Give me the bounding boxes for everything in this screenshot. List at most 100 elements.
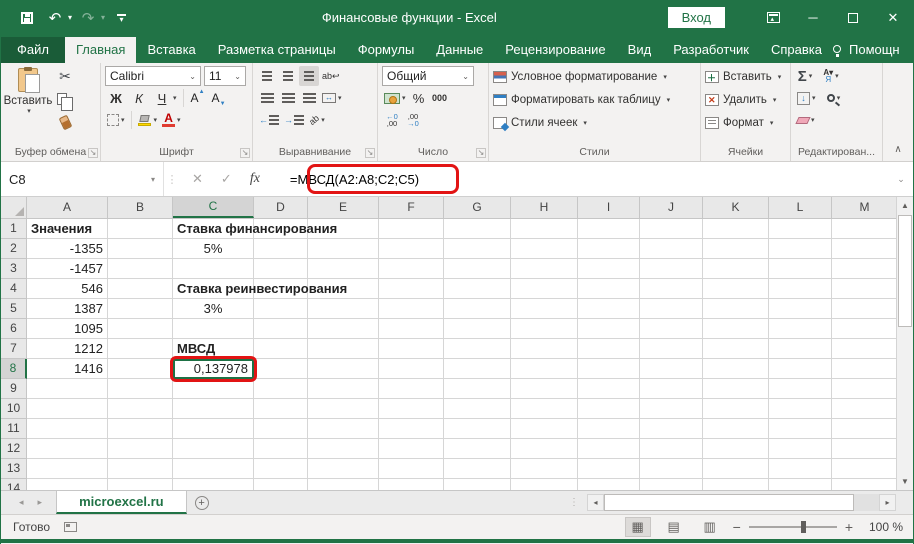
cell-A12[interactable] — [27, 439, 108, 459]
cell-I13[interactable] — [578, 459, 640, 479]
cell-B11[interactable] — [108, 419, 173, 439]
shrink-font-button[interactable]: А▼ — [209, 88, 229, 108]
column-header-L[interactable]: L — [769, 197, 832, 218]
row-header-3[interactable]: 3 — [1, 259, 27, 279]
alignment-dialog-launcher[interactable]: ↘ — [365, 148, 375, 158]
select-all-button[interactable] — [1, 197, 27, 218]
cell-D11[interactable] — [254, 419, 308, 439]
font-color-button[interactable]: А▾ — [160, 110, 183, 130]
paste-dropdown-icon[interactable]: ▾ — [27, 107, 31, 115]
cell-M12[interactable] — [832, 439, 898, 459]
conditional-formatting-button[interactable]: Условное форматирование▾ — [493, 66, 696, 87]
cell-I7[interactable] — [578, 339, 640, 359]
cell-D7[interactable] — [254, 339, 308, 359]
cell-F13[interactable] — [379, 459, 444, 479]
cell-G5[interactable] — [444, 299, 511, 319]
cell-H14[interactable] — [511, 479, 578, 490]
undo-dropdown-icon[interactable]: ▾ — [68, 13, 72, 22]
column-header-B[interactable]: B — [108, 197, 173, 218]
zoom-in-button[interactable]: + — [845, 519, 853, 535]
column-header-C[interactable]: C — [173, 197, 254, 218]
name-box[interactable]: C8 ▾ — [1, 162, 164, 196]
cell-E14[interactable] — [308, 479, 379, 490]
paste-button[interactable]: Вставить ▾ — [5, 66, 51, 143]
cell-C1[interactable]: Ставка финансирования — [173, 219, 254, 239]
cell-E5[interactable] — [308, 299, 379, 319]
cell-F12[interactable] — [379, 439, 444, 459]
cell-G8[interactable] — [444, 359, 511, 379]
align-middle-button[interactable] — [278, 66, 298, 86]
cell-I9[interactable] — [578, 379, 640, 399]
cell-G1[interactable] — [444, 219, 511, 239]
cell-L8[interactable] — [769, 359, 832, 379]
cell-C4[interactable]: Ставка реинвестирования — [173, 279, 254, 299]
cell-E2[interactable] — [308, 239, 379, 259]
cell-A13[interactable] — [27, 459, 108, 479]
cell-L10[interactable] — [769, 399, 832, 419]
row-header-6[interactable]: 6 — [1, 319, 27, 339]
sheet-tab-microexcel[interactable]: microexcel.ru — [56, 491, 187, 514]
cell-B6[interactable] — [108, 319, 173, 339]
vertical-scrollbar[interactable]: ▲ ▼ — [896, 197, 913, 490]
cell-J10[interactable] — [640, 399, 703, 419]
cell-C10[interactable] — [173, 399, 254, 419]
row-header-14[interactable]: 14 — [1, 479, 27, 490]
tab-help[interactable]: Справка — [760, 37, 833, 63]
vertical-scroll-thumb[interactable] — [898, 215, 912, 327]
cell-H4[interactable] — [511, 279, 578, 299]
cell-F6[interactable] — [379, 319, 444, 339]
italic-button[interactable]: К — [128, 88, 150, 108]
cell-A10[interactable] — [27, 399, 108, 419]
cell-I5[interactable] — [578, 299, 640, 319]
cell-B9[interactable] — [108, 379, 173, 399]
row-header-9[interactable]: 9 — [1, 379, 27, 399]
page-layout-view-button[interactable]: ▤ — [661, 517, 687, 537]
cell-M13[interactable] — [832, 459, 898, 479]
fill-color-button[interactable]: ▾ — [136, 110, 160, 130]
formula-input[interactable]: =МВСД(A2:A8;C2;C5) — [272, 162, 889, 196]
cell-H11[interactable] — [511, 419, 578, 439]
ribbon-display-options-button[interactable] — [753, 0, 793, 35]
cell-E10[interactable] — [308, 399, 379, 419]
format-painter-button[interactable] — [55, 112, 75, 132]
copy-button[interactable]: ▾ — [55, 89, 75, 109]
close-button[interactable]: ✕ — [873, 0, 913, 35]
cell-G11[interactable] — [444, 419, 511, 439]
tab-developer[interactable]: Разработчик — [662, 37, 760, 63]
cell-A4[interactable]: 546 — [27, 279, 108, 299]
cell-G13[interactable] — [444, 459, 511, 479]
cell-L12[interactable] — [769, 439, 832, 459]
cell-E13[interactable] — [308, 459, 379, 479]
redo-button[interactable]: ↷ — [76, 6, 100, 30]
cell-B1[interactable] — [108, 219, 173, 239]
cell-H7[interactable] — [511, 339, 578, 359]
cell-K12[interactable] — [703, 439, 769, 459]
new-sheet-button[interactable]: + — [187, 491, 217, 514]
row-header-2[interactable]: 2 — [1, 239, 27, 259]
autosum-button[interactable]: Σ▾ — [795, 66, 815, 86]
horizontal-scroll-thumb[interactable] — [604, 494, 854, 511]
redo-dropdown-icon[interactable]: ▾ — [101, 13, 105, 22]
cell-J9[interactable] — [640, 379, 703, 399]
cell-M6[interactable] — [832, 319, 898, 339]
formula-bar-resize-dots[interactable]: ⋮ — [164, 162, 180, 196]
cell-I8[interactable] — [578, 359, 640, 379]
zoom-slider-thumb[interactable] — [801, 521, 806, 533]
cell-E6[interactable] — [308, 319, 379, 339]
cell-F5[interactable] — [379, 299, 444, 319]
delete-cells-button[interactable]: Удалить▾ — [705, 89, 786, 110]
cell-J1[interactable] — [640, 219, 703, 239]
cell-L13[interactable] — [769, 459, 832, 479]
cell-I6[interactable] — [578, 319, 640, 339]
cell-C14[interactable] — [173, 479, 254, 490]
cell-K5[interactable] — [703, 299, 769, 319]
bold-button[interactable]: Ж — [105, 88, 127, 108]
cell-D9[interactable] — [254, 379, 308, 399]
cell-C6[interactable] — [173, 319, 254, 339]
column-header-D[interactable]: D — [254, 197, 308, 218]
wrap-text-button[interactable]: ab↩ — [320, 66, 342, 86]
cell-A9[interactable] — [27, 379, 108, 399]
cell-K3[interactable] — [703, 259, 769, 279]
cell-K4[interactable] — [703, 279, 769, 299]
cell-G3[interactable] — [444, 259, 511, 279]
